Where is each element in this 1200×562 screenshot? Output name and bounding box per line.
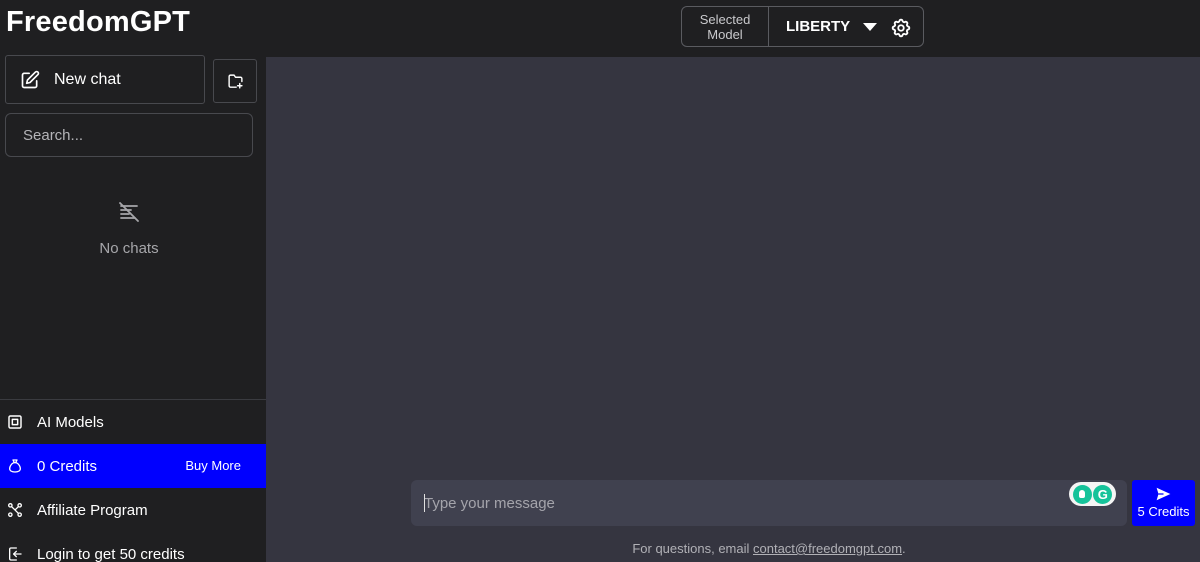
credits-label: 0 Credits bbox=[37, 457, 98, 475]
send-button[interactable]: 5 Credits bbox=[1132, 480, 1195, 526]
footer-prefix: For questions, email bbox=[632, 541, 753, 556]
buy-more-link[interactable]: Buy More bbox=[185, 458, 241, 473]
lightbulb-icon[interactable] bbox=[1072, 484, 1092, 504]
gear-icon[interactable] bbox=[890, 17, 912, 39]
text-cursor bbox=[424, 494, 425, 512]
message-input[interactable] bbox=[411, 480, 1127, 526]
app-title: FreedomGPT bbox=[6, 6, 191, 38]
send-credits-label: 5 Credits bbox=[1137, 504, 1190, 519]
contact-email-link[interactable]: contact@freedomgpt.com bbox=[753, 541, 902, 556]
sidebar-item-affiliate[interactable]: Affiliate Program bbox=[0, 488, 266, 532]
empty-state-text: No chats bbox=[99, 240, 159, 257]
message-composer: G bbox=[411, 480, 1127, 526]
model-caption: Selected Model bbox=[682, 7, 769, 46]
model-caption-line2: Model bbox=[707, 26, 743, 42]
footer-note: For questions, email contact@freedomgpt.… bbox=[411, 541, 1127, 556]
top-bar: FreedomGPT Selected Model LIBERTY bbox=[0, 0, 1200, 57]
edit-icon bbox=[21, 70, 40, 88]
caret-down-icon[interactable] bbox=[863, 23, 877, 31]
model-name[interactable]: LIBERTY bbox=[786, 18, 850, 35]
folder-plus-icon bbox=[227, 73, 243, 89]
cube-icon bbox=[8, 415, 22, 429]
model-selector[interactable]: Selected Model LIBERTY bbox=[681, 6, 924, 47]
new-chat-label: New chat bbox=[54, 70, 121, 88]
sidebar-item-login[interactable]: Login to get 50 credits bbox=[0, 532, 266, 562]
footer-suffix: . bbox=[902, 541, 906, 556]
chat-area: G 5 Credits For questions, email contact… bbox=[266, 57, 1200, 562]
search-input[interactable] bbox=[5, 113, 253, 157]
sidebar-menu: AI Models 0 Credits Buy More Affiliate P… bbox=[0, 399, 266, 562]
sidebar-item-credits[interactable]: 0 Credits Buy More bbox=[0, 444, 266, 488]
grammarly-widget[interactable]: G bbox=[1069, 482, 1116, 506]
sidebar-item-ai-models[interactable]: AI Models bbox=[0, 400, 266, 444]
sidebar: New chat No chats AI Models bbox=[0, 55, 266, 562]
send-icon bbox=[1156, 487, 1171, 501]
money-bag-icon bbox=[9, 459, 21, 473]
new-folder-button[interactable] bbox=[213, 59, 257, 103]
sidebar-item-label: Login to get 50 credits bbox=[37, 545, 185, 562]
model-caption-line1: Selected bbox=[699, 11, 751, 27]
login-icon bbox=[9, 547, 22, 561]
no-messages-icon bbox=[119, 202, 139, 222]
grammarly-icon[interactable]: G bbox=[1093, 484, 1113, 504]
sidebar-item-label: AI Models bbox=[37, 413, 104, 431]
new-chat-button[interactable]: New chat bbox=[5, 55, 205, 104]
sidebar-item-label: Affiliate Program bbox=[37, 501, 148, 519]
share-nodes-icon bbox=[7, 503, 22, 517]
